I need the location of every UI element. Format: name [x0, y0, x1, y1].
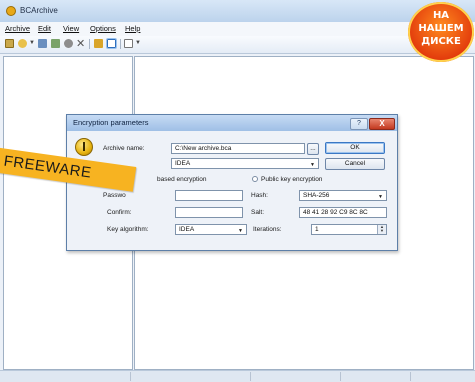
cancel-button[interactable]: Cancel	[325, 158, 385, 170]
key-algorithm-select[interactable]: IDEA ▼	[175, 224, 247, 235]
menu-archive[interactable]: Archive	[5, 24, 30, 33]
password-input[interactable]	[175, 190, 243, 201]
title-bar: BCArchive	[0, 0, 475, 22]
lock-key-icon	[75, 138, 93, 156]
ok-button[interactable]: OK	[325, 142, 385, 154]
archive-name-input[interactable]: C:\New archive.bca	[171, 143, 305, 154]
status-divider	[250, 372, 251, 381]
status-divider	[340, 372, 341, 381]
confirm-label: Confirm:	[107, 209, 132, 216]
browse-button[interactable]: ...	[307, 143, 319, 155]
archive-name-label: Archive name:	[103, 145, 145, 152]
extract-icon[interactable]	[51, 39, 60, 48]
iterations-stepper[interactable]: 1 ▲ ▼	[311, 224, 387, 235]
delete-icon[interactable]: ✕	[76, 37, 85, 50]
password-label: Passwo	[103, 192, 126, 199]
up-folder-icon[interactable]	[94, 39, 103, 48]
badge-line-1: НА	[432, 10, 450, 21]
app-window: BCArchive Archive Edit View Options Help…	[0, 0, 475, 382]
hash-label: Hash:	[251, 192, 268, 199]
toolbar-separator	[89, 39, 90, 49]
toolbar-separator-2	[120, 39, 121, 49]
menu-help[interactable]: Help	[125, 24, 140, 33]
open-archive-icon[interactable]	[18, 39, 27, 48]
hash-select[interactable]: SHA-256 ▼	[299, 190, 387, 201]
key-algorithm-value: IDEA	[179, 226, 195, 233]
chevron-down-icon: ▼	[378, 194, 383, 200]
badge-line-3: ДИСКЕ	[421, 36, 461, 47]
status-divider	[130, 372, 131, 381]
algorithm-select[interactable]: IDEA ▼	[171, 158, 319, 169]
iterations-value: 1	[315, 226, 319, 233]
salt-input[interactable]: 48 41 28 92 C9 8C 8C	[299, 207, 387, 218]
badge-line-2: НАШЕМ	[418, 23, 464, 34]
dialog-title-bar: Encryption parameters	[67, 115, 397, 131]
menu-bar: Archive Edit View Options Help	[0, 22, 475, 36]
spin-arrows-icon[interactable]: ▲ ▼	[377, 225, 386, 234]
open-dropdown-icon[interactable]: ▼	[29, 40, 35, 46]
list-view-icon[interactable]	[124, 39, 133, 48]
salt-label: Salt:	[251, 209, 265, 216]
public-key-label: Public key encryption	[261, 176, 323, 183]
properties-icon[interactable]	[64, 39, 73, 48]
chevron-down-icon: ▼	[310, 162, 315, 168]
dialog-title: Encryption parameters	[73, 118, 149, 127]
help-button[interactable]: ?	[350, 118, 368, 130]
toolbar: ▼ ✕ ▼	[0, 36, 475, 54]
chevron-down-icon: ▼	[238, 228, 243, 234]
status-bar	[0, 370, 475, 382]
details-view-icon[interactable]	[106, 38, 117, 49]
key-algorithm-label: Key algorithm:	[107, 226, 149, 233]
app-icon	[6, 6, 16, 16]
status-divider	[410, 372, 411, 381]
close-button[interactable]: X	[369, 118, 395, 130]
menu-edit[interactable]: Edit	[38, 24, 51, 33]
new-archive-icon[interactable]	[5, 39, 14, 48]
public-key-radio[interactable]	[252, 176, 258, 182]
menu-options[interactable]: Options	[90, 24, 116, 33]
confirm-input[interactable]	[175, 207, 243, 218]
hash-value: SHA-256	[303, 192, 330, 199]
view-dropdown-icon[interactable]: ▼	[135, 40, 141, 46]
iterations-label: Iterations:	[253, 226, 282, 233]
disk-badge: НА НАШЕМ ДИСКЕ	[408, 2, 474, 62]
password-based-label: based encryption	[157, 176, 207, 183]
add-files-icon[interactable]	[38, 39, 47, 48]
window-title: BCArchive	[20, 6, 58, 15]
menu-view[interactable]: View	[63, 24, 79, 33]
algorithm-value: IDEA	[175, 160, 191, 167]
